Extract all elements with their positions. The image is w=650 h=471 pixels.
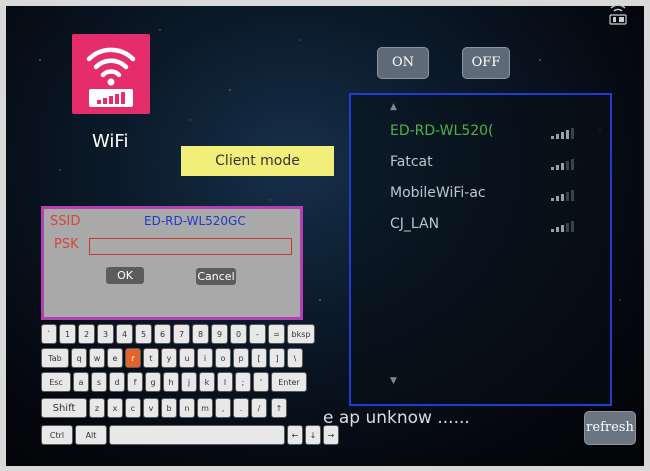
status-text: e ap unknow ...... [323,408,470,428]
signal-bars-icon [551,128,577,139]
key-slash[interactable]: / [251,398,267,418]
key-d9[interactable]: 9 [211,324,228,344]
ap-item[interactable]: CJ_LAN [390,216,439,232]
cancel-button[interactable]: Cancel [196,268,236,285]
psk-label: PSK [54,237,79,252]
key-m[interactable]: m [197,398,213,418]
key-a[interactable]: a [73,372,89,392]
signal-bars-icon [551,190,577,201]
ap-item[interactable]: ED-RD-WL520( [390,123,494,139]
ap-item[interactable]: Fatcat [390,154,433,170]
psk-input[interactable] [89,238,292,255]
scroll-up-icon[interactable]: ▲ [390,102,397,112]
frame-bottom [0,466,650,471]
key-quote[interactable]: ' [253,372,269,392]
key-period[interactable]: . [233,398,249,418]
key-d8[interactable]: 8 [192,324,209,344]
key-d2[interactable]: 2 [78,324,95,344]
on-screen-keyboard: ` 1 2 3 4 5 6 7 8 9 0- = bksp Tab q w e r t y u i o p[] \ Esc a s d f… [41,324,352,452]
key-d0[interactable]: 0 [230,324,247,344]
key-semicolon[interactable]: ; [235,372,251,392]
scroll-down-icon[interactable]: ▼ [390,376,397,386]
key-k[interactable]: k [199,372,215,392]
battery-card-icon [609,4,627,25]
key-d5[interactable]: 5 [135,324,152,344]
client-mode-button[interactable]: Client mode [181,146,334,176]
key-d3[interactable]: 3 [97,324,114,344]
arrow-down-key[interactable]: ↓ [305,425,321,445]
alt-key[interactable]: Alt [75,425,107,445]
space-key[interactable] [109,425,285,445]
key-backtick[interactable]: ` [41,324,57,344]
key-f[interactable]: f [127,372,143,392]
backspace-key[interactable]: bksp [287,324,315,344]
key-b[interactable]: b [161,398,177,418]
key-lbracket[interactable]: [ [251,348,267,368]
key-n[interactable]: n [179,398,195,418]
key-z[interactable]: z [89,398,105,418]
key-backslash[interactable]: \ [287,348,303,368]
wifi-off-button[interactable]: OFF [462,47,510,79]
key-minus[interactable]: - [249,324,266,344]
wifi-app-tile[interactable] [72,34,150,114]
key-s[interactable]: s [91,372,107,392]
key-t[interactable]: t [143,348,159,368]
key-rbracket[interactable]: ] [269,348,285,368]
arrow-left-key[interactable]: ← [287,425,303,445]
key-v[interactable]: v [143,398,159,418]
enter-key[interactable]: Enter [271,372,307,392]
key-j[interactable]: j [181,372,197,392]
connect-dialog: SSID ED-RD-WL520GC PSK OK Cancel [41,206,303,320]
wifi-icon [86,47,136,107]
key-x[interactable]: x [107,398,123,418]
key-equals[interactable]: = [268,324,285,344]
ssid-value: ED-RD-WL520GC [144,214,246,228]
key-c[interactable]: c [125,398,141,418]
frame-top [0,0,650,6]
key-q[interactable]: q [71,348,87,368]
app-title: WiFi [92,131,129,152]
tab-key[interactable]: Tab [41,348,69,368]
key-d1[interactable]: 1 [59,324,76,344]
ssid-label: SSID [50,214,81,229]
key-r[interactable]: r [125,348,141,368]
screen: WiFi ON OFF Client mode ▲ ED-RD-WL520( Fa… [0,0,650,471]
key-l[interactable]: l [217,372,233,392]
key-u[interactable]: u [179,348,195,368]
frame-left [0,0,6,471]
key-y[interactable]: y [161,348,177,368]
ap-list-panel[interactable]: ▲ ED-RD-WL520(Fatcat MobileWiFi-ac CJ_LAN … [349,93,612,406]
ap-item[interactable]: MobileWiFi-ac [390,185,486,201]
key-p[interactable]: p [233,348,249,368]
arrow-up-key[interactable]: ↑ [271,398,287,418]
key-o[interactable]: o [215,348,231,368]
wifi-on-button[interactable]: ON [377,47,429,79]
arrow-right-key[interactable]: → [323,425,339,445]
key-h[interactable]: h [163,372,179,392]
key-comma[interactable]: , [215,398,231,418]
ctrl-key[interactable]: Ctrl [41,425,73,445]
key-g[interactable]: g [145,372,161,392]
ok-button[interactable]: OK [106,267,144,284]
key-d7[interactable]: 7 [173,324,190,344]
signal-bars-icon [551,221,577,232]
key-d4[interactable]: 4 [116,324,133,344]
key-d[interactable]: d [109,372,125,392]
key-i[interactable]: i [197,348,213,368]
signal-bars-icon [551,159,577,170]
shift-key[interactable]: Shift [41,398,87,418]
refresh-button[interactable]: refresh [584,411,636,445]
frame-right [644,0,650,471]
key-e[interactable]: e [107,348,123,368]
key-d6[interactable]: 6 [154,324,171,344]
key-w[interactable]: w [89,348,105,368]
esc-key[interactable]: Esc [41,372,71,392]
